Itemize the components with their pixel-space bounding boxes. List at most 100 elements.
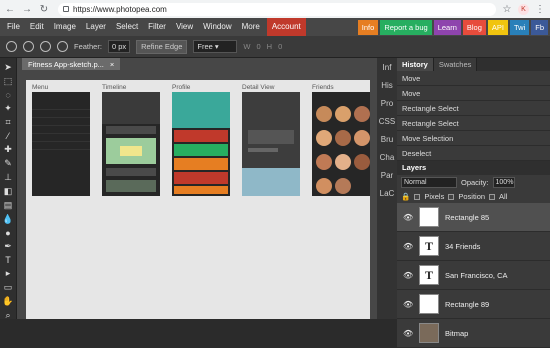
document-tab[interactable]: Fitness App-sketch.p... × bbox=[22, 58, 121, 70]
menu-file[interactable]: File bbox=[2, 18, 25, 36]
menu-view[interactable]: View bbox=[171, 18, 198, 36]
friend-avatar bbox=[316, 178, 332, 194]
history-item[interactable]: Move bbox=[397, 86, 550, 101]
menu-image[interactable]: Image bbox=[49, 18, 81, 36]
panel-layer-comps[interactable]: LaC bbox=[380, 189, 395, 198]
lasso-mode-add-icon[interactable] bbox=[23, 41, 34, 52]
layer-row[interactable]: 👁 T 34 Friends bbox=[397, 232, 550, 261]
menu-layer[interactable]: Layer bbox=[81, 18, 111, 36]
menu-select[interactable]: Select bbox=[111, 18, 143, 36]
feather-input[interactable]: 0 px bbox=[107, 40, 131, 53]
forward-icon[interactable]: → bbox=[21, 4, 33, 15]
brush-tool-icon[interactable]: ✎ bbox=[3, 158, 14, 169]
eye-icon[interactable]: 👁 bbox=[403, 271, 413, 280]
width-value[interactable]: 0 bbox=[257, 42, 261, 51]
detail-image bbox=[242, 168, 300, 196]
move-tool-icon[interactable]: ➤ bbox=[3, 62, 14, 73]
panel-paragraph[interactable]: Par bbox=[381, 171, 393, 180]
crop-tool-icon[interactable]: ⌗ bbox=[3, 117, 14, 128]
refine-edge-button[interactable]: Refine Edge bbox=[136, 39, 188, 54]
document-title: Fitness App-sketch.p... bbox=[28, 59, 104, 69]
layer-name: San Francisco, CA bbox=[445, 270, 508, 280]
screen-profile bbox=[172, 92, 230, 196]
lasso-mode-new-icon[interactable] bbox=[6, 41, 17, 52]
panel-info[interactable]: Inf bbox=[383, 63, 392, 72]
menu-window[interactable]: Window bbox=[198, 18, 236, 36]
lock-pixels-checkbox[interactable] bbox=[414, 193, 421, 200]
layer-row[interactable]: 👁 Rectangle 89 bbox=[397, 290, 550, 319]
avatar[interactable]: K bbox=[518, 3, 529, 15]
gradient-tool-icon[interactable]: ▤ bbox=[3, 200, 14, 211]
api-button[interactable]: API bbox=[487, 19, 508, 35]
menu-edit[interactable]: Edit bbox=[25, 18, 49, 36]
blur-tool-icon[interactable]: 💧 bbox=[2, 214, 13, 225]
dodge-tool-icon[interactable]: ● bbox=[3, 228, 14, 238]
timeline-row bbox=[106, 126, 156, 134]
eye-icon[interactable]: 👁 bbox=[403, 213, 413, 222]
layer-row[interactable]: 👁 Bitmap bbox=[397, 319, 550, 348]
height-value[interactable]: 0 bbox=[278, 42, 282, 51]
blog-button[interactable]: Blog bbox=[462, 19, 486, 35]
layer-row[interactable]: 👁 Rectangle 85 bbox=[397, 203, 550, 232]
magic-wand-icon[interactable]: ✦ bbox=[3, 103, 14, 114]
info-button[interactable]: Info bbox=[357, 19, 379, 35]
hand-tool-icon[interactable]: ✋ bbox=[2, 296, 13, 307]
facebook-button[interactable]: Fb bbox=[531, 19, 548, 35]
lasso-mode-intersect-icon[interactable] bbox=[57, 41, 68, 52]
tab-swatches[interactable]: Swatches bbox=[433, 58, 478, 71]
feather-value: 0 bbox=[111, 42, 117, 51]
panel-brush[interactable]: Bru bbox=[381, 135, 393, 144]
menu-row bbox=[32, 118, 90, 126]
eraser-tool-icon[interactable]: ◧ bbox=[3, 186, 14, 197]
eye-icon[interactable]: 👁 bbox=[403, 329, 413, 338]
eye-icon[interactable]: 👁 bbox=[403, 242, 413, 251]
lock-position-checkbox[interactable] bbox=[448, 193, 455, 200]
style-select[interactable]: Free ▾ bbox=[193, 40, 238, 53]
canvas-area: Fitness App-sketch.p... × Menu Timeline … bbox=[17, 58, 377, 319]
history-item[interactable]: Rectangle Select bbox=[397, 116, 550, 131]
opacity-input[interactable]: 100% bbox=[492, 177, 515, 188]
tab-history[interactable]: History bbox=[397, 58, 434, 71]
path-select-icon[interactable]: ▸ bbox=[3, 268, 14, 279]
panel-properties[interactable]: Pro bbox=[381, 99, 393, 108]
history-item[interactable]: Deselect bbox=[397, 146, 550, 161]
kebab-menu-icon[interactable]: ⋮ bbox=[534, 4, 546, 15]
panel-history[interactable]: His bbox=[381, 81, 393, 90]
menu-more[interactable]: More bbox=[237, 18, 265, 36]
account-button[interactable]: Account bbox=[266, 18, 306, 36]
lasso-tool-icon[interactable]: ◌ bbox=[3, 90, 14, 100]
layers-header[interactable]: Layers bbox=[397, 161, 550, 175]
back-icon[interactable]: ← bbox=[4, 4, 16, 15]
canvas[interactable]: Menu Timeline Profile Detail View Friend… bbox=[26, 80, 370, 319]
learn-button[interactable]: Learn bbox=[433, 19, 461, 35]
blend-mode-select[interactable]: Normal bbox=[401, 177, 457, 188]
screen-detail bbox=[242, 92, 300, 196]
lasso-mode-subtract-icon[interactable] bbox=[40, 41, 51, 52]
address-bar[interactable]: https://www.photopea.com bbox=[58, 2, 496, 16]
layer-row[interactable]: 👁 T San Francisco, CA bbox=[397, 261, 550, 290]
healing-brush-icon[interactable]: ✚ bbox=[3, 144, 14, 155]
reload-icon[interactable]: ↻ bbox=[38, 4, 50, 15]
clone-stamp-icon[interactable]: ⊥ bbox=[3, 172, 14, 183]
history-item[interactable]: Rectangle Select bbox=[397, 101, 550, 116]
lock-all-checkbox[interactable] bbox=[489, 193, 496, 200]
shape-tool-icon[interactable]: ▭ bbox=[3, 282, 14, 293]
layer-name: Rectangle 85 bbox=[445, 212, 490, 222]
type-tool-icon[interactable]: T bbox=[3, 255, 14, 265]
panel-css[interactable]: CSS bbox=[379, 117, 395, 126]
browser-toolbar: ← → ↻ https://www.photopea.com ☆ K ⋮ bbox=[0, 0, 550, 18]
menu-filter[interactable]: Filter bbox=[143, 18, 171, 36]
eye-icon[interactable]: 👁 bbox=[403, 300, 413, 309]
twitter-button[interactable]: Twi bbox=[509, 19, 530, 35]
zoom-tool-icon[interactable]: ⌕ bbox=[3, 310, 14, 321]
pen-tool-icon[interactable]: ✒ bbox=[3, 241, 14, 252]
history-item[interactable]: Move Selection bbox=[397, 131, 550, 146]
marquee-tool-icon[interactable]: ⬚ bbox=[3, 76, 14, 87]
report-bug-button[interactable]: Report a bug bbox=[380, 19, 432, 35]
eyedropper-icon[interactable]: ⁄ bbox=[3, 131, 14, 141]
star-icon[interactable]: ☆ bbox=[501, 4, 513, 15]
panel-character[interactable]: Cha bbox=[380, 153, 395, 162]
history-item[interactable]: Move bbox=[397, 71, 550, 86]
close-document-icon[interactable]: × bbox=[110, 60, 114, 69]
feather-label: Feather: bbox=[74, 42, 102, 51]
